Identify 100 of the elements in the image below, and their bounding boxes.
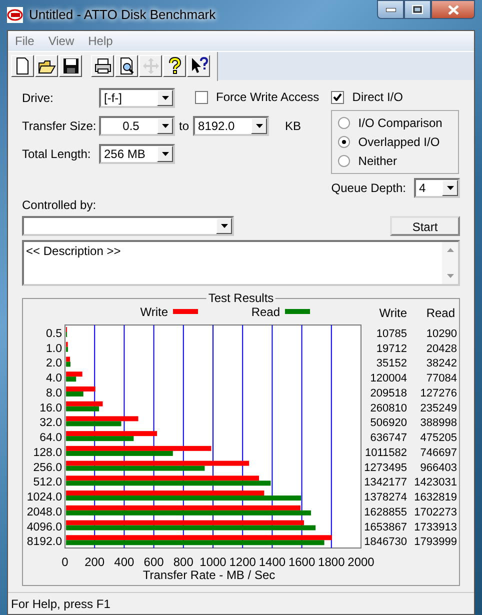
axis-tick-label: 64.0 (40, 432, 62, 444)
axis-tick-label: 1000 (200, 555, 226, 569)
table-cell: 1011582 (364, 446, 407, 459)
table-cell: 506920 (370, 417, 407, 430)
table-cell: 1423031 (414, 476, 457, 489)
toolbar-button[interactable] (59, 55, 82, 77)
axis-tick-label: 600 (144, 555, 164, 569)
field-label: Queue Depth: (331, 180, 406, 197)
axis-tick-label: 32.0 (40, 417, 62, 430)
table-cell: 746697 (420, 446, 457, 459)
table-cell: 19712 (376, 342, 407, 355)
table-cell: 260810 (370, 402, 407, 414)
caret-icon (446, 186, 454, 190)
axis-tick-label: 0.5 (46, 328, 62, 340)
minimize-button[interactable] (377, 0, 404, 19)
axis-title: Transfer Rate - MB / Sec (142, 568, 276, 582)
table-cell: 1632819 (414, 492, 457, 504)
axis-tick-label: 1.0 (46, 342, 62, 355)
checkbox[interactable] (195, 90, 208, 104)
table-cell: 10290 (426, 328, 457, 340)
field-label: to (179, 118, 190, 135)
radio-label: Neither (358, 153, 397, 170)
caret-icon (162, 152, 168, 156)
table-cell: 10785 (376, 328, 407, 340)
checkbox-label: Direct I/O (352, 89, 403, 106)
table-cell: 1733913 (414, 521, 457, 534)
axis-tick-label: 2.0 (46, 358, 62, 370)
menu-item[interactable]: File (8, 32, 42, 50)
drive-select[interactable]: [-f-] (99, 88, 175, 108)
toolbar-button[interactable] (115, 55, 138, 77)
menu-item[interactable]: Help (81, 32, 120, 50)
checkbox-label: Force Write Access (216, 89, 320, 106)
axis-tick-label: 800 (173, 555, 194, 569)
table-cell: 1846730 (364, 536, 407, 548)
radio-dot-icon (342, 140, 346, 144)
window-title: Untitled - ATTO Disk Benchmark (29, 6, 216, 24)
total-length-select[interactable]: 256 MB (99, 144, 175, 164)
caret-icon (162, 96, 168, 100)
axis-tick-label: 8192.0 (26, 536, 62, 548)
table-cell: 20428 (426, 342, 457, 355)
close-button[interactable] (431, 0, 475, 19)
table-cell: 475205 (420, 432, 457, 444)
scroll-down-icon[interactable] (446, 274, 454, 278)
scroll-up-icon[interactable] (446, 248, 454, 252)
axis-tick-label: 1024.0 (26, 492, 62, 504)
radio-button[interactable] (338, 155, 350, 167)
menu-item[interactable]: View (41, 32, 82, 50)
caret-icon (220, 224, 228, 228)
table-cell: 120004 (370, 372, 407, 385)
table-cell: 1342177 (364, 476, 407, 489)
radio-button[interactable] (338, 136, 350, 148)
field-label: Controlled by: (22, 197, 98, 214)
table-cell: 209518 (370, 387, 407, 400)
checkbox[interactable] (331, 90, 344, 104)
table-cell: 38242 (426, 358, 457, 370)
table-cell: 235249 (420, 402, 457, 414)
minimize-icon[interactable] (386, 8, 396, 12)
app-icon (7, 7, 23, 23)
axis-tick-label: 200 (84, 555, 105, 569)
unit-label: KB (285, 118, 302, 135)
description-box[interactable]: << Description >> (22, 240, 460, 286)
toolbar-button[interactable] (35, 55, 58, 77)
table-cell: 966403 (420, 462, 457, 474)
table-cell: 1628855 (364, 506, 407, 518)
panel-title: Test Results (206, 291, 276, 305)
axis-tick-label: 128.0 (33, 446, 62, 459)
table-cell: 1653867 (364, 521, 407, 534)
caret-icon (162, 124, 168, 128)
axis-tick-label: 4.0 (46, 372, 62, 385)
toolbar-button[interactable] (187, 55, 210, 77)
axis-tick-label: 2048.0 (26, 506, 62, 518)
axis-tick-label: 400 (114, 555, 134, 569)
queue-depth-select[interactable]: 4 (414, 178, 460, 198)
close-icon[interactable] (448, 4, 458, 14)
column-header: Read (426, 306, 455, 320)
table-cell: 388998 (420, 417, 457, 430)
transfer-size-from-select[interactable]: 0.5 (99, 116, 175, 136)
toolbar-button[interactable] (163, 55, 186, 77)
toolbar-button[interactable] (11, 55, 34, 77)
legend-label: Read (251, 305, 280, 319)
transfer-size-to-select[interactable]: 8192.0 (193, 116, 270, 136)
radio-label: I/O Comparison (358, 115, 442, 132)
axis-tick-label: 1200 (229, 555, 256, 569)
axis-tick-label: 1800 (318, 555, 345, 569)
start-button[interactable]: Start (390, 216, 460, 236)
caret-icon (256, 124, 263, 128)
column-header: Write (379, 306, 407, 320)
table-cell: 1702273 (414, 506, 457, 518)
table-cell: 77084 (426, 372, 457, 385)
controlled-by-select[interactable] (22, 216, 234, 236)
table-cell: 1273495 (364, 462, 407, 474)
toolbar-button[interactable] (91, 55, 114, 77)
axis-tick-label: 8.0 (46, 387, 62, 400)
radio-button[interactable] (338, 117, 350, 129)
axis-tick-label: 1400 (258, 555, 286, 569)
table-cell: 35152 (376, 358, 407, 370)
radio-label: Overlapped I/O (358, 134, 440, 151)
maximize-icon[interactable] (412, 5, 423, 14)
status-text: For Help, press F1 (11, 596, 110, 612)
maximize-button[interactable] (404, 0, 431, 19)
